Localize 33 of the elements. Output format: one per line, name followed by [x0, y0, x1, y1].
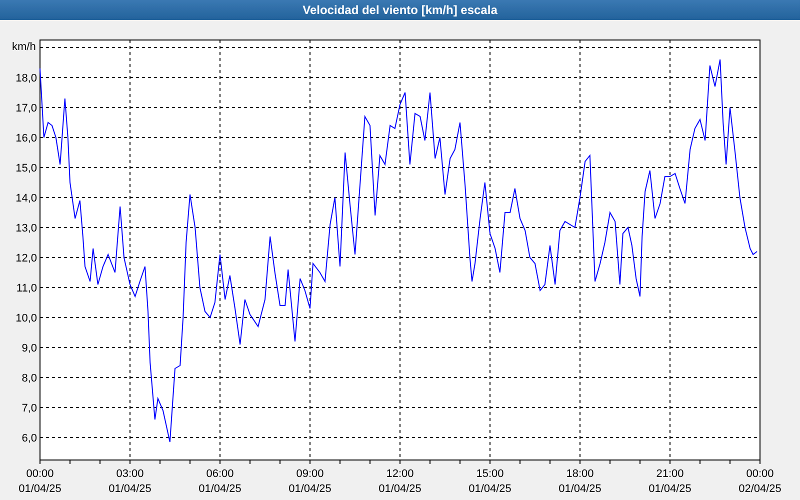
- y-axis-tick-label: 8,0: [22, 372, 37, 384]
- x-axis-tick-label: 03:00: [116, 468, 144, 480]
- y-axis-tick-label: 15,0: [16, 162, 37, 174]
- y-axis-tick-label: 12,0: [16, 252, 37, 264]
- y-axis-tick-label: 9,0: [22, 342, 37, 354]
- x-axis-date-label: 01/04/25: [468, 483, 512, 495]
- x-axis-date-label: 01/04/25: [288, 483, 332, 495]
- y-axis-tick-label: 14,0: [16, 192, 37, 204]
- x-axis-date-label: 02/04/25: [738, 483, 782, 495]
- y-axis-tick-label: 17,0: [16, 102, 37, 114]
- y-axis-label: km/h: [12, 41, 36, 53]
- y-axis-tick-label: 6,0: [22, 432, 37, 444]
- y-axis-tick-label: 13,0: [16, 222, 37, 234]
- x-axis-date-label: 01/04/25: [108, 483, 152, 495]
- x-axis-tick-label: 12:00: [386, 468, 414, 480]
- x-axis-tick-label: 21:00: [656, 468, 684, 480]
- x-axis-tick-label: 09:00: [296, 468, 324, 480]
- x-axis-date-label: 01/04/25: [378, 483, 422, 495]
- x-axis-tick-label: 00:00: [746, 468, 774, 480]
- y-axis-tick-label: 11,0: [16, 282, 37, 294]
- x-axis-tick-label: 15:00: [476, 468, 504, 480]
- x-axis-date-label: 01/04/25: [648, 483, 692, 495]
- y-axis-tick-label: 16,0: [16, 132, 37, 144]
- x-axis-tick-label: 18:00: [566, 468, 594, 480]
- x-axis-date-label: 01/04/25: [558, 483, 602, 495]
- x-axis-date-label: 01/04/25: [198, 483, 242, 495]
- y-axis-tick-label: 7,0: [22, 402, 37, 414]
- window-title: Velocidad del viento [km/h] escala: [0, 0, 800, 20]
- y-axis-tick-label: 10,0: [16, 312, 37, 324]
- x-axis-date-label: 01/04/25: [18, 483, 62, 495]
- x-axis-tick-label: 00:00: [26, 468, 54, 480]
- x-axis-tick-label: 06:00: [206, 468, 234, 480]
- y-axis-tick-label: 18,0: [16, 72, 37, 84]
